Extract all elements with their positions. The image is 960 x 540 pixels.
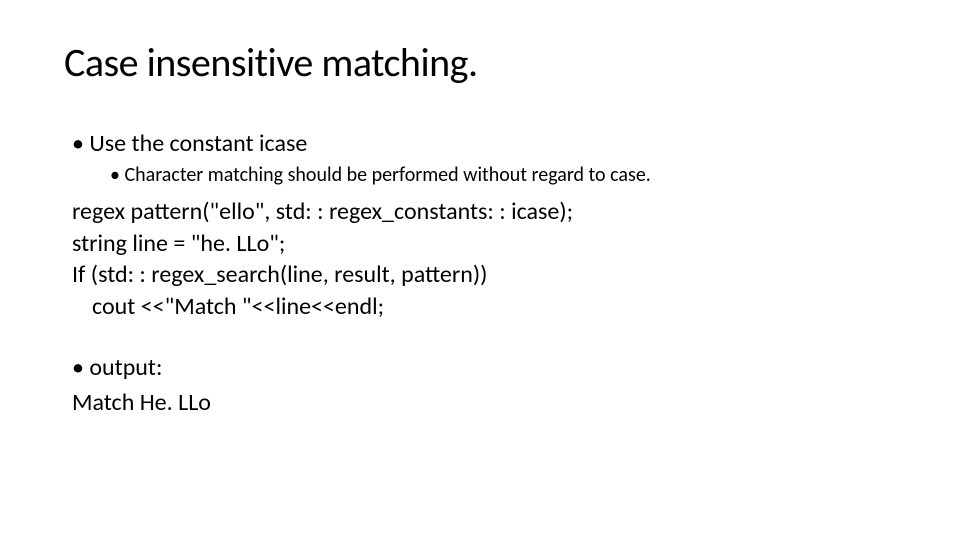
code-line: If (std: : regex_search(line, result, pa…: [72, 259, 896, 291]
code-line: cout <<"Match "<<line<<endl;: [92, 291, 896, 323]
output-label: output:: [72, 353, 896, 383]
output-line: Match He. LLo: [72, 387, 896, 419]
slide-title: Case insensitive matching.: [64, 38, 896, 87]
code-line: string line = "he. LLo";: [72, 228, 896, 260]
bullet-level2: Character matching should be performed w…: [110, 163, 896, 188]
code-line: regex pattern("ello", std: : regex_const…: [72, 196, 896, 228]
bullet-level1: Use the constant icase: [72, 129, 896, 159]
